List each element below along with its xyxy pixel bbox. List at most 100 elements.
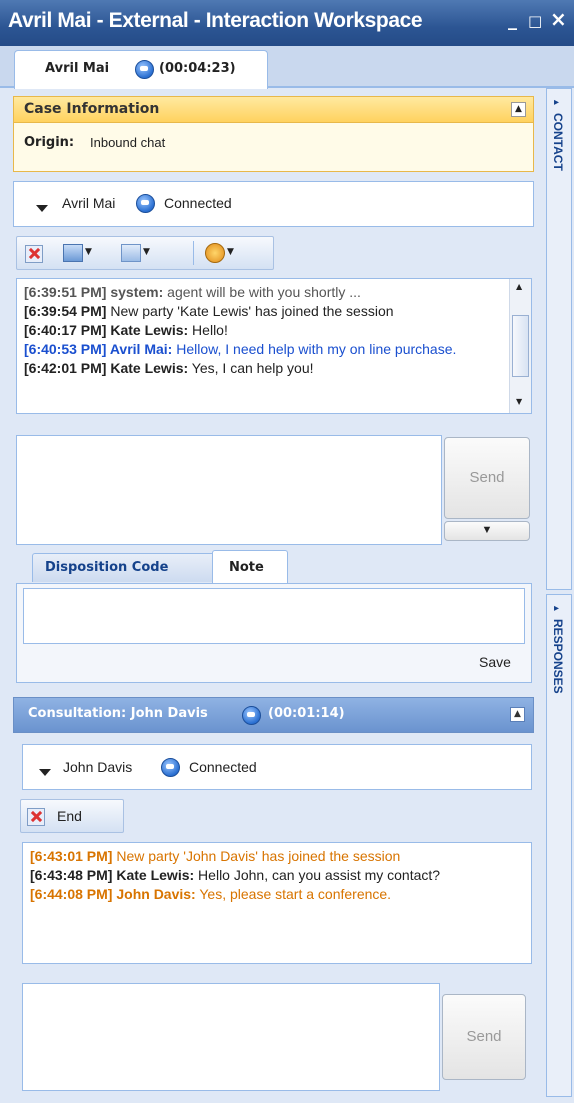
message-sender: system: <box>106 284 164 300</box>
message-text: Yes, please start a conference. <box>195 886 392 902</box>
tab-disposition-code[interactable]: Disposition Code <box>32 553 222 582</box>
message-time: [6:39:51 PM] <box>24 284 107 300</box>
consultation-party-row: John Davis Connected <box>22 744 532 790</box>
collapse-icon[interactable]: ▲ <box>511 102 526 117</box>
interaction-tab-timer: (00:04:23) <box>159 61 236 76</box>
chat-status-icon <box>161 758 180 781</box>
message-sender: John Davis: <box>112 886 196 902</box>
consultation-party-name[interactable]: John Davis <box>63 759 132 775</box>
send-options-dropdown[interactable]: ▼ <box>444 521 530 541</box>
case-information-body: Origin: Inbound chat <box>13 122 534 172</box>
save-note-button[interactable]: Save <box>479 654 511 670</box>
end-chat-icon[interactable] <box>25 245 43 267</box>
party-action-icon[interactable] <box>205 243 225 263</box>
party-action-dropdown-icon[interactable]: ▼ <box>227 247 234 257</box>
consultation-transcript[interactable]: [6:43:01 PM] New party 'John Davis' has … <box>22 842 532 964</box>
message-time: [6:43:48 PM] <box>30 867 113 883</box>
consultation-party-status: Connected <box>189 759 257 775</box>
collapse-icon[interactable]: ▲ <box>510 707 525 722</box>
consult-dropdown-icon[interactable]: ▼ <box>143 247 150 257</box>
chat-transcript[interactable]: [6:39:51 PM] system: agent will be with … <box>16 278 532 414</box>
chat-icon <box>135 60 154 83</box>
message-text: agent will be with you shortly ... <box>163 284 361 300</box>
chat-message: [6:40:53 PM] Avril Mai: Hellow, I need h… <box>24 340 502 359</box>
message-text: Hello! <box>188 322 228 338</box>
message-time: [6:40:17 PM] <box>24 322 107 338</box>
message-text: Hello John, can you assist my contact? <box>194 867 441 883</box>
party-menu-triangle-icon[interactable] <box>36 201 48 216</box>
scroll-up-icon[interactable]: ▲ <box>516 282 522 291</box>
chat-status-icon <box>136 194 155 217</box>
message-sender: Kate Lewis: <box>112 867 195 883</box>
scroll-down-icon[interactable]: ▼ <box>516 397 522 406</box>
tab-note[interactable]: Note <box>212 550 288 585</box>
close-button[interactable]: × <box>550 9 567 29</box>
end-icon <box>27 808 45 830</box>
note-panel: Save <box>16 583 532 683</box>
party-row: Avril Mai Connected <box>13 181 534 227</box>
chat-message: [6:39:54 PM] New party 'Kate Lewis' has … <box>24 302 502 321</box>
toolbar-separator <box>193 241 194 265</box>
consultation-timer: (00:01:14) <box>268 706 345 721</box>
chat-message: [6:40:17 PM] Kate Lewis: Hello! <box>24 321 502 340</box>
consultation-transcript-content: [6:43:01 PM] New party 'John Davis' has … <box>30 847 520 904</box>
scroll-thumb[interactable] <box>512 315 529 377</box>
transfer-dropdown-icon[interactable]: ▼ <box>85 247 92 257</box>
party-menu-triangle-icon[interactable] <box>39 765 51 780</box>
consultation-send-button[interactable]: Send <box>442 994 526 1080</box>
message-sender: Avril Mai: <box>106 341 173 357</box>
message-time: [6:44:08 PM] <box>30 886 113 902</box>
origin-value: Inbound chat <box>90 135 166 150</box>
window-title: Avril Mai - External - Interaction Works… <box>8 9 423 32</box>
title-bar[interactable]: Avril Mai - External - Interaction Works… <box>0 0 574 46</box>
expand-arrow-icon: ▸ <box>554 97 560 108</box>
consultation-header[interactable]: Consultation: John Davis (00:01:14) ▲ <box>13 697 534 733</box>
message-text: New party 'John Davis' has joined the se… <box>112 848 401 864</box>
case-information-title: Case Information <box>24 101 160 117</box>
party-name[interactable]: Avril Mai <box>62 195 115 211</box>
consult-icon[interactable] <box>121 244 141 262</box>
transfer-icon[interactable] <box>63 244 83 262</box>
interaction-workspace-window: Avril Mai - External - Interaction Works… <box>0 0 574 1103</box>
tab-note-label: Note <box>229 560 264 575</box>
minimize-button[interactable]: _ <box>508 12 517 30</box>
chat-message-input[interactable] <box>16 435 442 545</box>
chat-message: [6:39:51 PM] system: agent will be with … <box>24 283 502 302</box>
chat-message: [6:44:08 PM] John Davis: Yes, please sta… <box>30 885 520 904</box>
message-sender: Kate Lewis: <box>106 322 189 338</box>
tab-disposition-code-label: Disposition Code <box>45 560 169 575</box>
chat-message: [6:43:01 PM] New party 'John Davis' has … <box>30 847 520 866</box>
interaction-tab-strip: Avril Mai (00:04:23) <box>0 46 574 89</box>
party-status: Connected <box>164 195 232 211</box>
message-sender: Kate Lewis: <box>106 360 189 376</box>
expand-arrow-icon: ▸ <box>554 603 560 614</box>
consultation-message-input[interactable] <box>22 983 440 1091</box>
case-information-header[interactable]: Case Information ▲ <box>13 96 534 123</box>
message-time: [6:39:54 PM] <box>24 303 107 319</box>
chat-message: [6:42:01 PM] Kate Lewis: Yes, I can help… <box>24 359 502 378</box>
send-button[interactable]: Send <box>444 437 530 519</box>
origin-label: Origin: <box>24 135 75 150</box>
message-text: Hellow, I need help with my on line purc… <box>172 341 457 357</box>
chat-icon <box>242 706 261 729</box>
message-time: [6:40:53 PM] <box>24 341 107 357</box>
consultation-title: Consultation: John Davis <box>28 706 208 721</box>
maximize-button[interactable]: □ <box>528 12 542 30</box>
transcript-content: [6:39:51 PM] system: agent will be with … <box>24 283 502 378</box>
message-text: New party 'Kate Lewis' has joined the se… <box>106 303 394 319</box>
chat-message: [6:43:48 PM] Kate Lewis: Hello John, can… <box>30 866 520 885</box>
interaction-tab-name: Avril Mai <box>45 61 110 76</box>
disposition-note-tabs: Disposition Code Note <box>16 549 532 585</box>
end-consultation-button[interactable]: End <box>23 802 119 830</box>
message-text: Yes, I can help you! <box>188 360 314 376</box>
contact-label: CONTACT <box>551 113 565 171</box>
chat-toolbar: ▼ ▼ ▼ <box>16 236 274 270</box>
responses-label: RESPONSES <box>551 619 565 694</box>
end-label: End <box>57 808 82 824</box>
message-time: [6:43:01 PM] <box>30 848 113 864</box>
note-input[interactable] <box>23 588 525 644</box>
interaction-tab[interactable]: Avril Mai (00:04:23) <box>14 50 268 89</box>
responses-sidebar-tab[interactable]: ▸ RESPONSES <box>546 594 572 1097</box>
transcript-scrollbar[interactable]: ▲ ▼ <box>509 279 531 413</box>
contact-sidebar-tab[interactable]: ▸ CONTACT <box>546 88 572 590</box>
